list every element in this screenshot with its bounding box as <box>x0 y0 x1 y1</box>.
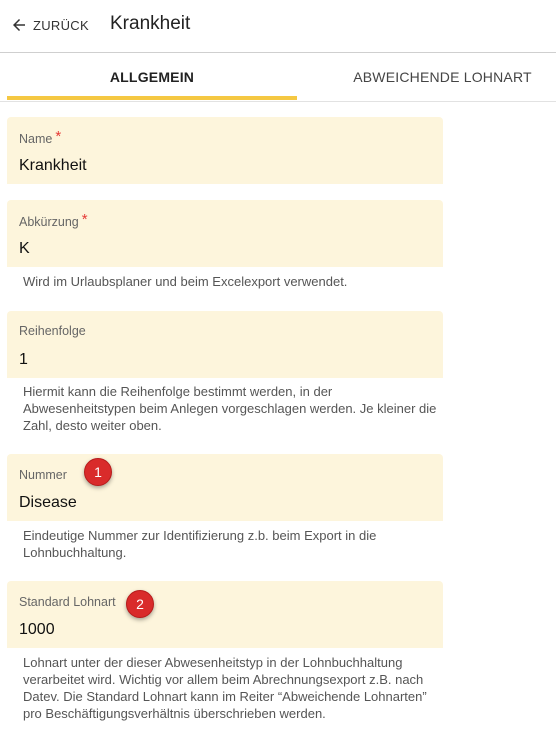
abkuerzung-value[interactable]: K <box>19 240 30 258</box>
name-label: Name * <box>19 128 62 146</box>
required-marker: * <box>55 128 62 145</box>
page-title: Krankheit <box>110 13 191 34</box>
name-field[interactable]: Name * Krankheit <box>7 117 443 184</box>
back-button[interactable]: ZURÜCK <box>10 14 89 36</box>
tab-bar: ALLGEMEIN ABWEICHENDE LOHNART <box>0 54 556 102</box>
standard-lohnart-label: Standard Lohnart <box>19 595 116 609</box>
tab-abweichende-lohnart[interactable]: ABWEICHENDE LOHNART <box>297 54 556 100</box>
required-marker: * <box>81 211 88 228</box>
abkuerzung-hint: Wird im Urlaubsplaner und beim Excelexpo… <box>23 274 348 289</box>
annotation-badge-2: 2 <box>126 590 154 618</box>
active-tab-indicator <box>7 96 297 100</box>
abkuerzung-field[interactable]: Abkürzung * K <box>7 200 443 267</box>
reihenfolge-label: Reihenfolge <box>19 324 86 338</box>
reihenfolge-hint: Hiermit kann die Reihenfolge bestimmt we… <box>23 384 437 433</box>
nummer-label: Nummer <box>19 468 67 482</box>
nummer-value[interactable]: Disease <box>19 494 77 512</box>
nummer-hint: Eindeutige Nummer zur Identifizierung z.… <box>23 528 377 560</box>
app-header: ZURÜCK Krankheit <box>0 0 556 53</box>
back-label: ZURÜCK <box>33 17 89 33</box>
nummer-field[interactable]: Nummer Disease <box>7 454 443 521</box>
tab-allgemein[interactable]: ALLGEMEIN <box>7 54 297 100</box>
standard-lohnart-value[interactable]: 1000 <box>19 621 55 639</box>
annotation-badge-1: 1 <box>84 458 112 486</box>
reihenfolge-field[interactable]: Reihenfolge 1 <box>7 311 443 378</box>
standard-lohnart-field[interactable]: Standard Lohnart 1000 <box>7 581 443 648</box>
standard-lohnart-hint: Lohnart unter der dieser Abwesenheitstyp… <box>23 655 427 721</box>
reihenfolge-value[interactable]: 1 <box>19 351 28 369</box>
arrow-left-icon <box>13 19 25 31</box>
name-value[interactable]: Krankheit <box>19 157 87 175</box>
abkuerzung-label: Abkürzung * <box>19 211 88 229</box>
